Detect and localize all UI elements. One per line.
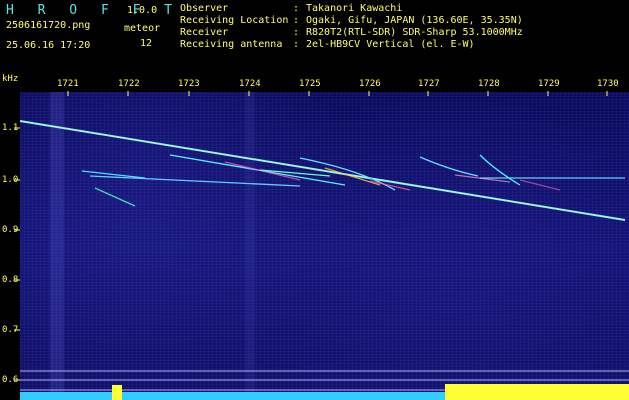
carrier-trace-core <box>19 120 626 221</box>
echo-trace <box>94 187 136 207</box>
echo-trace <box>89 175 301 187</box>
spectrogram-overlay <box>14 91 629 400</box>
x-tick-marks <box>67 91 608 96</box>
echo-trace <box>519 179 561 191</box>
noise-spike <box>112 385 122 400</box>
echo-trace <box>419 156 479 177</box>
y-tick-marks <box>14 127 20 381</box>
noise-spike-band <box>445 384 629 400</box>
